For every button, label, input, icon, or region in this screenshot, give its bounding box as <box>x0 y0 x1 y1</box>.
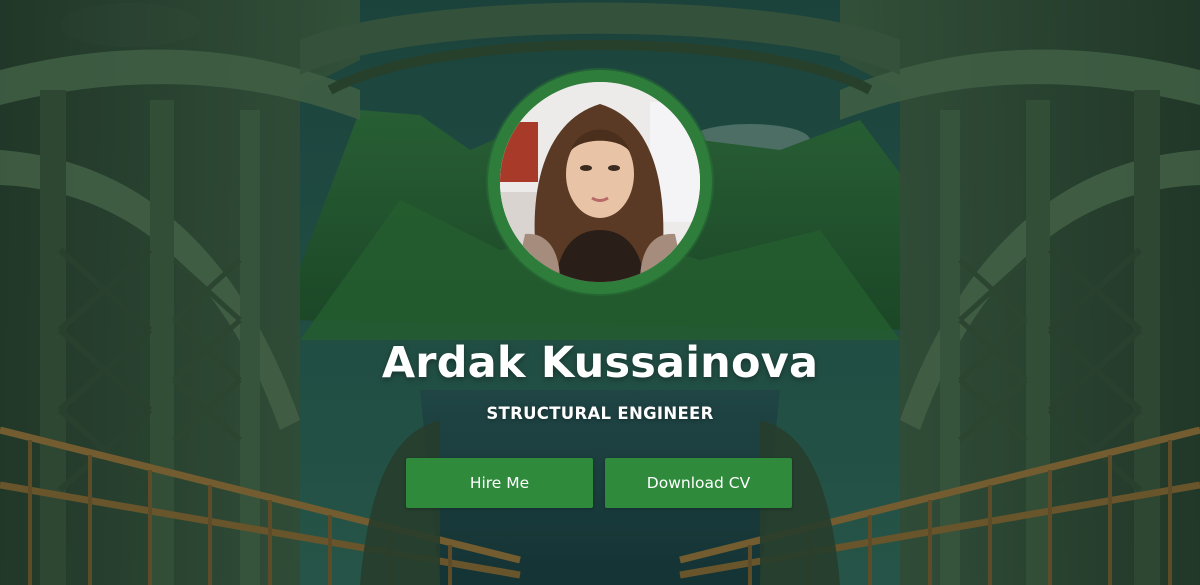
download-cv-button[interactable]: Download CV <box>605 458 792 508</box>
avatar <box>500 82 700 282</box>
profile-name: Ardak Kussainova <box>381 338 819 388</box>
hero-content: Ardak Kussainova STRUCTURAL ENGINEER Hir… <box>0 0 1200 585</box>
profile-role: STRUCTURAL ENGINEER <box>486 404 714 423</box>
hire-me-button[interactable]: Hire Me <box>406 458 593 508</box>
avatar-ring <box>488 70 712 294</box>
hero-section: Ardak Kussainova STRUCTURAL ENGINEER Hir… <box>0 0 1200 585</box>
